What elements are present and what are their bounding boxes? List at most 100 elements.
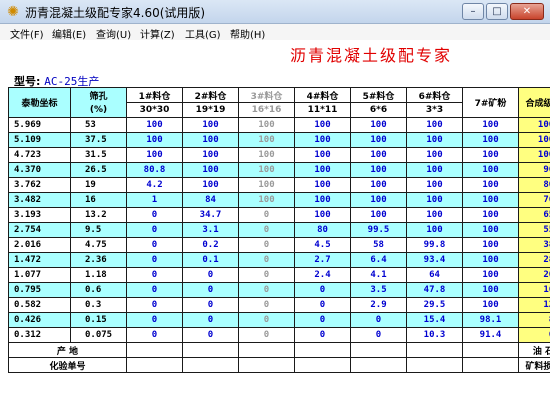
bin-value-cell[interactable]: 4.2 (126, 177, 183, 193)
bin-value-cell[interactable]: 100 (238, 192, 295, 208)
bin-value-cell[interactable]: 100 (294, 117, 351, 133)
footer-input-cell[interactable] (182, 357, 239, 373)
bin-value-cell[interactable]: 2.4 (294, 267, 351, 283)
bin-value-cell[interactable]: 0 (294, 282, 351, 298)
bin-header-2[interactable]: 2#料仓 (182, 87, 239, 103)
footer-input-cell[interactable] (462, 342, 519, 358)
bin-value-cell[interactable]: 100 (294, 207, 351, 223)
bin-value-cell[interactable]: 0 (238, 222, 295, 238)
bin-value-cell[interactable]: 0 (126, 222, 183, 238)
bin-value-cell[interactable]: 100 (462, 267, 519, 283)
bin-value-cell[interactable]: 100 (462, 117, 519, 133)
bin-value-cell[interactable]: 100 (462, 147, 519, 163)
bin-value-cell[interactable]: 0 (238, 327, 295, 343)
bin-value-cell[interactable]: 99.5 (350, 222, 407, 238)
bin-value-cell[interactable]: 100 (294, 132, 351, 148)
menu-edit[interactable]: 编辑(E) (52, 26, 86, 41)
bin-value-cell[interactable]: 100 (182, 147, 239, 163)
bin-value-cell[interactable]: 1 (126, 192, 183, 208)
bin-value-cell[interactable]: 0 (238, 252, 295, 268)
bin-header-1[interactable]: 1#料仓 (126, 87, 183, 103)
bin-value-cell[interactable]: 0 (238, 297, 295, 313)
footer-input-cell[interactable] (238, 342, 295, 358)
bin-value-cell[interactable]: 100 (406, 162, 463, 178)
bin-value-cell[interactable]: 98.1 (462, 312, 519, 328)
bin-value-cell[interactable]: 100 (182, 117, 239, 133)
bin-value-cell[interactable]: 100 (238, 162, 295, 178)
footer-input-cell[interactable] (294, 357, 351, 373)
bin-value-cell[interactable]: 100 (350, 162, 407, 178)
bin-value-cell[interactable]: 100 (406, 117, 463, 133)
bin-value-cell[interactable]: 0 (238, 207, 295, 223)
bin-value-cell[interactable]: 100 (238, 177, 295, 193)
bin-value-cell[interactable]: 58 (350, 237, 407, 253)
bin-value-cell[interactable]: 100 (406, 132, 463, 148)
bin-value-cell[interactable]: 100 (182, 132, 239, 148)
bin-value-cell[interactable]: 0 (126, 297, 183, 313)
menu-tools[interactable]: 工具(G) (185, 26, 221, 41)
bin-value-cell[interactable]: 0 (238, 312, 295, 328)
bin-header-3[interactable]: 3#料仓 (238, 87, 295, 103)
bin-header-6[interactable]: 6#料仓 (406, 87, 463, 103)
maximize-button[interactable]: □ (486, 3, 508, 20)
bin-value-cell[interactable]: 0 (182, 282, 239, 298)
footer-input-cell[interactable] (238, 357, 295, 373)
bin-value-cell[interactable]: 100 (462, 237, 519, 253)
bin-value-cell[interactable]: 0 (294, 297, 351, 313)
bin-value-cell[interactable]: 100 (406, 177, 463, 193)
bin-header-5[interactable]: 5#料仓 (350, 87, 407, 103)
bin-value-cell[interactable]: 99.8 (406, 237, 463, 253)
bin-value-cell[interactable]: 4.5 (294, 237, 351, 253)
bin-value-cell[interactable]: 15.4 (406, 312, 463, 328)
bin-value-cell[interactable]: 84 (182, 192, 239, 208)
bin-value-cell[interactable]: 0 (238, 237, 295, 253)
bin-value-cell[interactable]: 93.4 (406, 252, 463, 268)
bin-value-cell[interactable]: 100 (126, 117, 183, 133)
bin-value-cell[interactable]: 64 (406, 267, 463, 283)
bin-header-7[interactable]: 7#矿粉 (462, 87, 519, 118)
bin-value-cell[interactable]: 100 (462, 162, 519, 178)
bin-value-cell[interactable]: 0 (182, 312, 239, 328)
minimize-button[interactable]: – (462, 3, 484, 20)
bin-value-cell[interactable]: 100 (462, 297, 519, 313)
bin-value-cell[interactable]: 34.7 (182, 207, 239, 223)
bin-value-cell[interactable]: 10.3 (406, 327, 463, 343)
bin-value-cell[interactable]: 100 (238, 132, 295, 148)
bin-value-cell[interactable]: 80 (294, 222, 351, 238)
bin-value-cell[interactable]: 0 (294, 312, 351, 328)
bin-value-cell[interactable]: 91.4 (462, 327, 519, 343)
bin-value-cell[interactable]: 0 (126, 237, 183, 253)
bin-value-cell[interactable]: 100 (182, 162, 239, 178)
footer-input-cell[interactable] (350, 342, 407, 358)
menu-calculate[interactable]: 计算(Z) (140, 26, 175, 41)
menu-file[interactable]: 文件(F) (10, 26, 44, 41)
bin-value-cell[interactable]: 2.7 (294, 252, 351, 268)
bin-value-cell[interactable]: 100 (462, 207, 519, 223)
bin-value-cell[interactable]: 100 (406, 147, 463, 163)
bin-value-cell[interactable]: 6.4 (350, 252, 407, 268)
bin-value-cell[interactable]: 0 (126, 312, 183, 328)
footer-input-cell[interactable] (182, 342, 239, 358)
bin-value-cell[interactable]: 0 (126, 282, 183, 298)
bin-value-cell[interactable]: 100 (350, 147, 407, 163)
bin-value-cell[interactable]: 2.9 (350, 297, 407, 313)
bin-value-cell[interactable]: 100 (294, 177, 351, 193)
bin-value-cell[interactable]: 4.1 (350, 267, 407, 283)
footer-input-cell[interactable] (462, 357, 519, 373)
bin-value-cell[interactable]: 100 (350, 132, 407, 148)
bin-value-cell[interactable]: 29.5 (406, 297, 463, 313)
bin-value-cell[interactable]: 0.1 (182, 252, 239, 268)
bin-value-cell[interactable]: 0.2 (182, 237, 239, 253)
menu-query[interactable]: 查询(U) (96, 26, 131, 41)
bin-value-cell[interactable]: 100 (462, 252, 519, 268)
footer-input-cell[interactable] (350, 357, 407, 373)
bin-value-cell[interactable]: 0 (182, 327, 239, 343)
bin-value-cell[interactable]: 100 (350, 177, 407, 193)
bin-value-cell[interactable]: 100 (350, 117, 407, 133)
footer-input-cell[interactable] (406, 357, 463, 373)
footer-input-cell[interactable] (126, 357, 183, 373)
bin-value-cell[interactable]: 100 (126, 132, 183, 148)
bin-value-cell[interactable]: 100 (350, 192, 407, 208)
bin-value-cell[interactable]: 100 (406, 222, 463, 238)
bin-value-cell[interactable]: 100 (126, 147, 183, 163)
